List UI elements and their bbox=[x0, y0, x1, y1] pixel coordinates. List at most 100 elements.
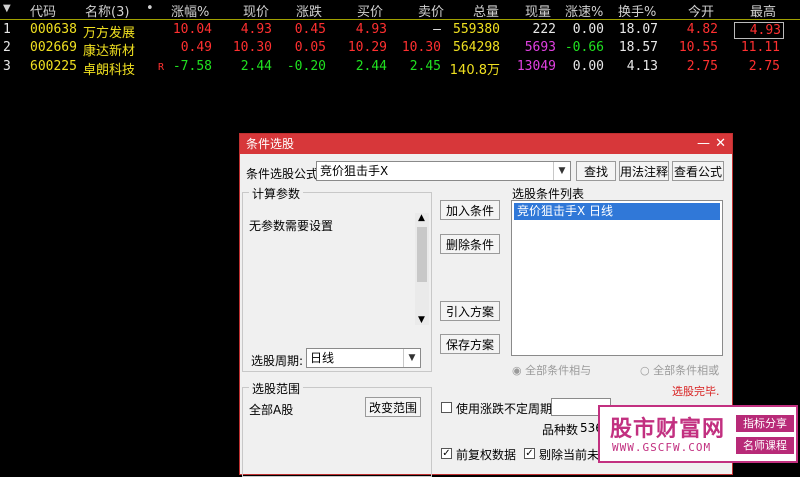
row-pct: -7.58 bbox=[172, 59, 212, 74]
row-ask: — bbox=[433, 22, 441, 37]
dialog-title: 条件选股 bbox=[246, 137, 295, 151]
row-turn: 18.07 bbox=[618, 22, 658, 37]
range-value: 全部A股 bbox=[249, 403, 294, 417]
watermark-tag-share: 指标分享 bbox=[736, 415, 794, 432]
col-cur[interactable]: 现量 bbox=[525, 1, 551, 20]
params-text: 无参数需要设置 bbox=[249, 219, 334, 233]
radio-all-or-label: 全部条件相或 bbox=[653, 364, 720, 377]
row-cur: 13049 bbox=[516, 59, 556, 74]
row-bid: 10.29 bbox=[347, 40, 387, 55]
delete-condition-button[interactable]: 删除条件 bbox=[440, 234, 500, 254]
row-high: 4.93 bbox=[734, 22, 784, 39]
row-index: 3 bbox=[3, 59, 11, 74]
row-bid: 4.93 bbox=[355, 22, 387, 37]
scroll-up-icon[interactable]: ▲ bbox=[418, 213, 425, 223]
save-scheme-button[interactable]: 保存方案 bbox=[440, 334, 500, 354]
row-bid: 2.44 bbox=[355, 59, 387, 74]
sort-arrow-icon[interactable]: ▼ bbox=[3, 3, 11, 14]
chevron-down-icon[interactable]: ▼ bbox=[553, 162, 570, 180]
table-row[interactable]: 1 000638 万方发展 10.04 4.93 0.45 4.93 — 559… bbox=[0, 20, 800, 41]
col-price[interactable]: 现价 bbox=[243, 1, 269, 20]
params-scrollbar[interactable]: ▲ ▼ bbox=[415, 213, 429, 325]
remove-untraded-checkbox[interactable]: ✓ bbox=[524, 448, 535, 459]
row-turn: 18.57 bbox=[618, 40, 658, 55]
dialog-titlebar[interactable]: 条件选股 — ✕ bbox=[240, 134, 732, 154]
row-chg: 0.05 bbox=[294, 40, 326, 55]
col-chg[interactable]: 涨跌 bbox=[296, 1, 322, 20]
view-formula-button[interactable]: 查看公式 bbox=[672, 161, 724, 181]
undefined-period-checkbox[interactable] bbox=[441, 402, 452, 413]
undefined-period-label: 使用涨跌不定周期 bbox=[456, 402, 553, 416]
col-pct[interactable]: 涨幅% bbox=[171, 1, 209, 20]
period-value: 日线 bbox=[310, 351, 335, 365]
watermark-tag-course: 名师课程 bbox=[736, 437, 794, 454]
row-index: 1 bbox=[3, 22, 11, 37]
usage-notes-button[interactable]: 用法注释 bbox=[619, 161, 669, 181]
table-row[interactable]: 3 600225 卓朗科技 R -7.58 2.44 -0.20 2.44 2.… bbox=[0, 57, 800, 78]
watermark-title: 股市财富网 bbox=[610, 417, 726, 442]
col-open[interactable]: 今开 bbox=[688, 1, 714, 20]
row-price: 10.30 bbox=[232, 40, 272, 55]
row-pct: 0.49 bbox=[180, 40, 212, 55]
col-bid[interactable]: 买价 bbox=[357, 1, 383, 20]
row-high: 2.75 bbox=[748, 59, 780, 74]
row-cur: 222 bbox=[532, 22, 556, 37]
table-row[interactable]: 2 002669 康达新材 0.49 10.30 0.05 10.29 10.3… bbox=[0, 38, 800, 59]
row-speed: -0.66 bbox=[564, 40, 604, 55]
col-high[interactable]: 最高 bbox=[750, 1, 776, 20]
scroll-down-icon[interactable]: ▼ bbox=[418, 315, 425, 325]
radio-all-or[interactable]: ○ 全部条件相或 bbox=[640, 362, 719, 378]
import-scheme-button[interactable]: 引入方案 bbox=[440, 301, 500, 321]
col-turn[interactable]: 换手% bbox=[618, 1, 656, 20]
radio-all-and-label: 全部条件相与 bbox=[525, 364, 592, 377]
params-title: 计算参数 bbox=[249, 185, 304, 202]
forward-adjust-label: 前复权数据 bbox=[456, 448, 517, 462]
change-range-button[interactable]: 改变范围 bbox=[365, 397, 421, 417]
watermark-url: WWW.GSCFW.COM bbox=[612, 441, 712, 454]
row-cur: 5693 bbox=[524, 40, 556, 55]
col-code[interactable]: 代码 bbox=[30, 1, 56, 20]
col-speed[interactable]: 涨速% bbox=[565, 1, 603, 20]
count-label: 品种数 bbox=[542, 423, 579, 437]
row-ask: 10.30 bbox=[401, 40, 441, 55]
forward-adjust-checkbox[interactable]: ✓ bbox=[441, 448, 452, 459]
site-watermark: 股市财富网 WWW.GSCFW.COM 指标分享 名师课程 bbox=[598, 405, 798, 463]
condition-list[interactable]: 竞价狙击手X 日线 bbox=[511, 200, 723, 356]
row-high: 11.11 bbox=[740, 40, 780, 55]
chevron-down-icon[interactable]: ▼ bbox=[403, 349, 420, 367]
col-dot: • bbox=[146, 1, 154, 16]
params-group: 计算参数 无参数需要设置 ▲ ▼ 选股周期: 日线 ▼ bbox=[242, 185, 432, 372]
range-group: 选股范围 全部A股 改变范围 bbox=[242, 380, 432, 477]
close-icon[interactable]: ✕ bbox=[715, 134, 726, 154]
row-speed: 0.00 bbox=[572, 59, 604, 74]
period-select[interactable]: 日线 ▼ bbox=[306, 348, 421, 368]
table-header: ▼ 代码 名称(3) • 涨幅% 现价 涨跌 买价 卖价 总量 现量 涨速% 换… bbox=[0, 0, 800, 20]
row-vol: 564298 bbox=[453, 40, 500, 55]
row-vol: 140.8万 bbox=[449, 63, 500, 78]
row-chg: -0.20 bbox=[286, 59, 326, 74]
row-turn: 4.13 bbox=[626, 59, 658, 74]
col-vol[interactable]: 总量 bbox=[473, 1, 499, 20]
add-condition-button[interactable]: 加入条件 bbox=[440, 200, 500, 220]
minimize-icon[interactable]: — bbox=[697, 134, 710, 154]
formula-value: 竞价狙击手X bbox=[320, 164, 389, 178]
row-name: 卓朗科技 bbox=[83, 63, 136, 78]
period-label: 选股周期: bbox=[251, 354, 304, 368]
row-vol: 559380 bbox=[453, 22, 500, 37]
scroll-thumb[interactable] bbox=[417, 227, 427, 282]
row-ask: 2.45 bbox=[409, 59, 441, 74]
formula-select[interactable]: 竞价狙击手X ▼ bbox=[316, 161, 571, 181]
col-ask[interactable]: 卖价 bbox=[418, 1, 444, 20]
row-index: 2 bbox=[3, 40, 11, 55]
list-item[interactable]: 竞价狙击手X 日线 bbox=[514, 203, 720, 220]
row-open: 4.82 bbox=[686, 22, 718, 37]
row-open: 2.75 bbox=[686, 59, 718, 74]
col-name[interactable]: 名称(3) bbox=[85, 1, 129, 20]
radio-all-and[interactable]: ◉ 全部条件相与 bbox=[512, 362, 591, 378]
formula-label: 条件选股公式 bbox=[246, 167, 319, 181]
row-open: 10.55 bbox=[678, 40, 718, 55]
find-button[interactable]: 查找 bbox=[576, 161, 616, 181]
row-speed: 0.00 bbox=[572, 22, 604, 37]
status-text: 选股完毕. bbox=[672, 385, 720, 398]
row-pct: 10.04 bbox=[172, 22, 212, 37]
